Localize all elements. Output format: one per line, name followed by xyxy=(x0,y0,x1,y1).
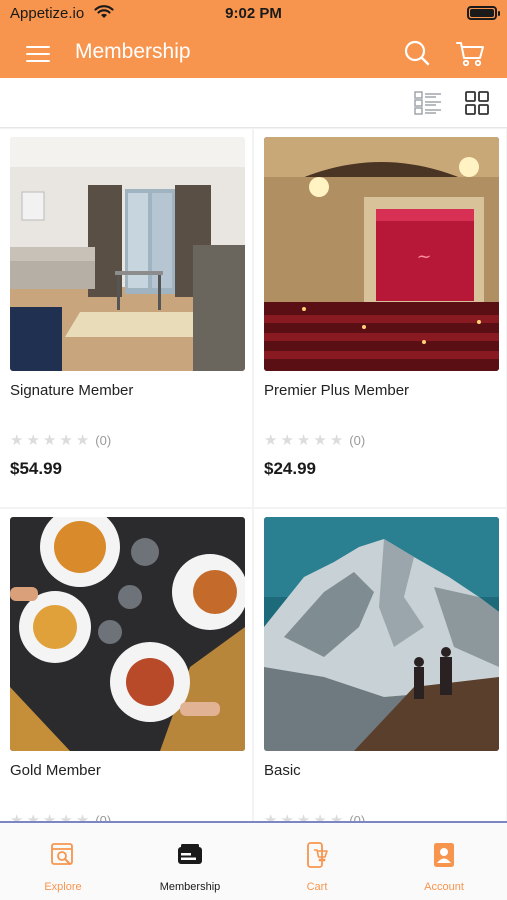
product-name: Signature Member xyxy=(10,382,134,399)
living-room-image xyxy=(10,137,245,371)
cart-icon xyxy=(307,842,328,868)
product-image: ~ xyxy=(264,137,499,371)
tab-account[interactable]: Account xyxy=(381,823,507,900)
product-name: Premier Plus Member xyxy=(264,382,410,399)
star-rating: ★ ★ ★ ★ ★ (0) xyxy=(10,431,111,449)
account-icon xyxy=(434,843,454,867)
star-icon: ★ xyxy=(264,431,278,449)
star-icon: ★ xyxy=(42,431,57,449)
cart-icon[interactable] xyxy=(454,37,486,69)
star-icon: ★ xyxy=(10,431,24,449)
page-title: Membership xyxy=(75,40,191,63)
review-count: (0) xyxy=(349,432,366,448)
app-bar: Membership xyxy=(0,28,507,78)
product-image xyxy=(264,517,499,751)
star-icon: ★ xyxy=(59,431,73,449)
grid-view-icon[interactable] xyxy=(464,90,490,116)
review-count: (0) xyxy=(95,432,112,448)
star-icon: ★ xyxy=(280,431,294,449)
svg-text:~: ~ xyxy=(416,246,431,267)
product-price: $24.99 xyxy=(264,459,316,478)
product-image xyxy=(10,517,245,751)
mountain-image xyxy=(264,517,499,751)
star-icon: ★ xyxy=(26,431,40,449)
product-name: Gold Member xyxy=(10,762,101,779)
bottom-navigation: Explore Membership Cart Account xyxy=(0,821,507,900)
app-screen: Appetize.io 9:02 PM Membership Signature… xyxy=(0,0,507,900)
star-rating: ★ ★ ★ ★ ★ (0) xyxy=(264,431,365,449)
menu-icon[interactable] xyxy=(24,40,52,66)
product-card[interactable]: Signature Member ★ ★ ★ ★ ★ (0) $54.99 xyxy=(0,129,252,507)
membership-card-icon xyxy=(178,844,202,864)
tab-label: Cart xyxy=(306,881,328,893)
tab-label: Account xyxy=(424,881,464,893)
product-image xyxy=(10,137,245,371)
clock: 9:02 PM xyxy=(225,5,282,22)
food-table-image xyxy=(10,517,245,751)
list-view-icon[interactable] xyxy=(414,91,442,115)
product-card[interactable]: ~ Premier Plus Member ★ ★ ★ ★ ★ (0) $24.… xyxy=(254,129,506,507)
star-icon: ★ xyxy=(313,431,327,449)
battery-icon xyxy=(467,6,500,20)
star-icon: ★ xyxy=(296,431,311,449)
tab-cart[interactable]: Cart xyxy=(254,823,380,900)
tab-label: Membership xyxy=(159,881,221,893)
tab-label: Explore xyxy=(44,881,82,893)
theater-image: ~ xyxy=(264,137,499,371)
search-icon[interactable] xyxy=(402,38,432,68)
explore-icon xyxy=(51,843,73,865)
view-toggle-bar xyxy=(0,78,507,128)
status-bar: Appetize.io 9:02 PM xyxy=(0,0,507,28)
product-name: Basic xyxy=(264,762,301,779)
product-price: $54.99 xyxy=(10,459,62,478)
star-icon: ★ xyxy=(329,431,344,449)
tab-explore[interactable]: Explore xyxy=(0,823,126,900)
tab-membership[interactable]: Membership xyxy=(127,823,253,900)
star-icon: ★ xyxy=(75,431,90,449)
